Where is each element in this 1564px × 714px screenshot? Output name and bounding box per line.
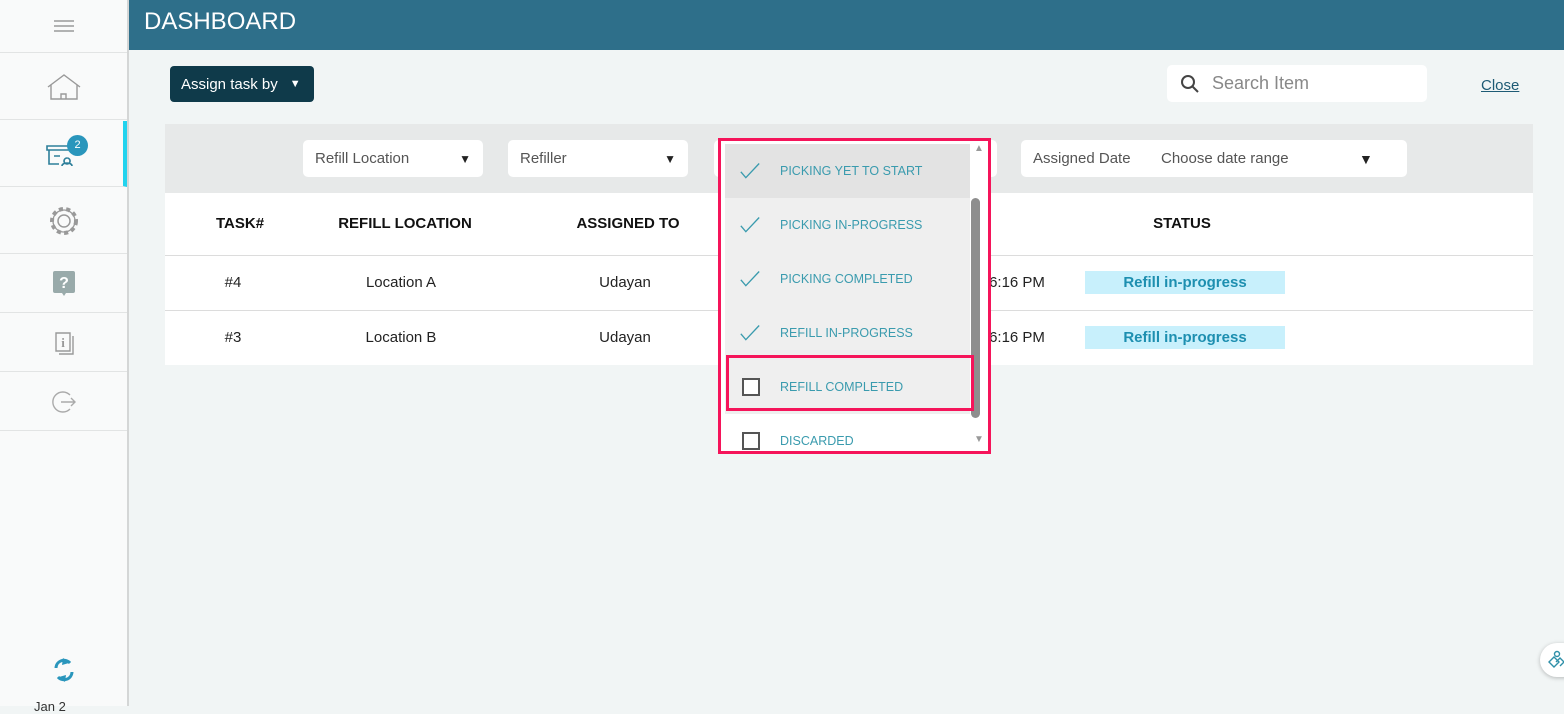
status-option-label: PICKING IN-PROGRESS [780, 218, 923, 232]
status-option[interactable]: REFILL IN-PROGRESS [725, 306, 970, 360]
status-option[interactable]: DISCARDED [725, 414, 970, 451]
sidebar-item-logout[interactable] [0, 373, 127, 431]
refill-location: Location B [365, 329, 437, 346]
assigned-date-select[interactable]: Assigned Date Choose date range ▼ [1021, 140, 1407, 177]
status-option-label: DISCARDED [780, 434, 854, 448]
refiller-label: Refiller [520, 150, 567, 167]
caret-down-icon: ▼ [1359, 150, 1373, 167]
status-option-label: REFILL IN-PROGRESS [780, 326, 913, 340]
caret-down-icon: ▼ [459, 151, 471, 166]
date-range-placeholder: Choose date range [1161, 150, 1289, 167]
svg-text:i: i [61, 335, 65, 350]
checkbox-icon[interactable] [742, 432, 760, 450]
status-option[interactable]: PICKING COMPLETED [725, 252, 970, 306]
assign-label: Assign task by [181, 75, 278, 93]
refill-location-select[interactable]: Refill Location ▼ [303, 140, 483, 177]
close-link[interactable]: Close [1481, 77, 1519, 94]
checkmark-icon [740, 163, 760, 179]
scroll-down-arrow[interactable]: ▼ [974, 434, 984, 445]
status-option[interactable]: PICKING YET TO START [725, 144, 970, 198]
menu-button[interactable] [0, 0, 127, 53]
assigned-date-label: Assigned Date [1033, 150, 1131, 167]
search-placeholder: Search Item [1212, 73, 1310, 93]
header-refill-location: REFILL LOCATION [338, 215, 472, 232]
home-icon [47, 73, 80, 100]
checkmark-icon [740, 271, 760, 287]
menu-icon [53, 20, 74, 32]
header-assigned-to: ASSIGNED TO [576, 215, 680, 232]
notification-badge: 2 [67, 135, 88, 156]
caret-down-icon: ▼ [664, 151, 676, 166]
sidebar-item-tasks[interactable]: 2 [0, 121, 127, 187]
assign-task-by-button[interactable]: Assign task by ▼ [170, 66, 314, 102]
sync-button[interactable] [51, 656, 77, 689]
status-badge: Refill in-progress [1085, 326, 1285, 349]
info-icon: i [54, 331, 74, 355]
sidebar-item-info[interactable]: i [0, 314, 127, 372]
search-input[interactable]: Search Item [1167, 65, 1427, 102]
refill-location: Location A [365, 274, 437, 291]
sync-date: Jan 2 [34, 699, 66, 714]
caret-down-icon: ▼ [289, 78, 301, 90]
svg-text:?: ? [59, 275, 69, 292]
task-id: #3 [224, 329, 242, 346]
refill-location-label: Refill Location [315, 150, 410, 167]
assistant-button[interactable] [1540, 643, 1564, 677]
status-option-label: PICKING COMPLETED [780, 272, 913, 286]
status-option[interactable]: PICKING IN-PROGRESS [725, 198, 970, 252]
page-title: DASHBOARD [129, 0, 1564, 50]
assigned-time: 6:16 PM [989, 274, 1045, 291]
sync-icon [54, 658, 74, 682]
logout-icon [51, 390, 76, 413]
assigned-to: Udayan [599, 329, 651, 346]
assistant-icon [1548, 650, 1564, 668]
header-status: STATUS [1153, 215, 1211, 232]
assigned-time: 6:16 PM [989, 329, 1045, 346]
highlight-refill-completed [726, 355, 974, 411]
help-icon: ? [52, 270, 75, 296]
gear-icon [49, 206, 78, 235]
checkmark-icon [740, 325, 760, 341]
sidebar-item-home[interactable] [0, 54, 127, 120]
sidebar-item-help[interactable]: ? [0, 255, 127, 313]
search-icon [1181, 74, 1199, 93]
scroll-up-arrow[interactable]: ▲ [974, 143, 984, 154]
task-id: #4 [224, 274, 242, 291]
status-option-label: PICKING YET TO START [780, 164, 923, 178]
sidebar-item-settings[interactable] [0, 188, 127, 254]
sidebar: 2 ? i Jan 2 [0, 0, 129, 714]
assigned-to: Udayan [599, 274, 651, 291]
checkmark-icon [740, 217, 760, 233]
status-badge: Refill in-progress [1085, 271, 1285, 294]
header-task: TASK# [215, 215, 265, 232]
refiller-select[interactable]: Refiller ▼ [508, 140, 688, 177]
